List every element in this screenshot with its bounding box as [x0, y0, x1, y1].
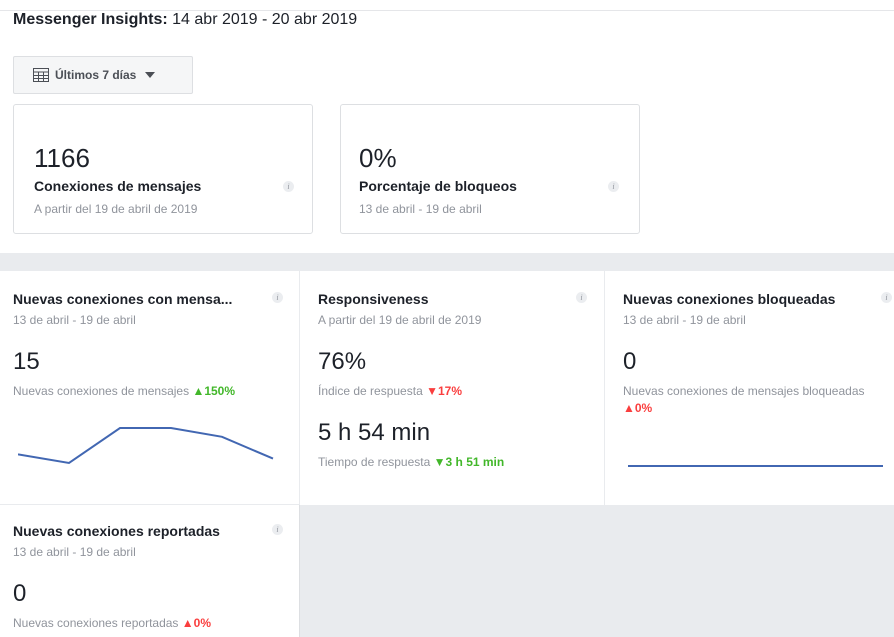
- panel-blocked: Nuevas conexiones bloqueadas i 13 de abr…: [623, 283, 894, 498]
- summary-sub: A partir del 19 de abril de 2019: [34, 202, 198, 216]
- column-divider: [604, 271, 605, 505]
- panel-metric-label: Nuevas conexiones de mensajes bloqueadas: [623, 384, 865, 398]
- column-divider: [299, 271, 300, 505]
- summary-card-connections: 1166 Conexiones de mensajes A partir del…: [13, 104, 313, 234]
- date-range-dropdown[interactable]: Últimos 7 días: [13, 56, 193, 94]
- sparkline-chart: [628, 465, 883, 467]
- panel-period: 13 de abril - 19 de abril: [623, 313, 746, 327]
- panel-title: Nuevas conexiones bloqueadas: [623, 291, 836, 307]
- metric-label-text: Nuevas conexiones de mensajes: [13, 384, 190, 398]
- metric-label-text: Tiempo de respuesta: [318, 455, 431, 469]
- response-time-label: Tiempo de respuesta ▼3 h 51 min: [318, 455, 504, 469]
- info-icon[interactable]: i: [283, 181, 294, 192]
- panel-title: Nuevas conexiones reportadas: [13, 523, 220, 539]
- metric-label-text: Nuevas conexiones reportadas: [13, 616, 179, 630]
- summary-value: 1166: [34, 143, 90, 173]
- page-title: Messenger Insights: 14 abr 2019 - 20 abr…: [13, 11, 357, 29]
- trend-down-delta: ▼17%: [426, 384, 462, 398]
- info-icon[interactable]: i: [272, 524, 283, 535]
- trend-up-delta: ▲0%: [181, 616, 212, 630]
- panel-value: 15: [13, 348, 40, 375]
- column-divider: [299, 505, 300, 637]
- response-time-value: 5 h 54 min: [318, 419, 431, 446]
- panel-metric-label: Nuevas conexiones de mensajes ▲150%: [13, 384, 235, 398]
- panel-value: 76%: [318, 348, 367, 375]
- panel-reported: Nuevas conexiones reportadas i 13 de abr…: [13, 515, 295, 635]
- trend-up-delta: ▲0%: [623, 401, 653, 415]
- trend-down-delta: ▼3 h 51 min: [433, 455, 505, 469]
- trend-up-delta: ▲150%: [192, 384, 236, 398]
- empty-grid-area: [300, 505, 894, 637]
- row-divider: [0, 504, 300, 505]
- info-icon[interactable]: i: [881, 292, 892, 303]
- summary-card-blocks: 0% Porcentaje de bloqueos 13 de abril - …: [340, 104, 640, 234]
- summary-value: 0%: [359, 143, 397, 173]
- sparkline-chart: [18, 427, 274, 465]
- panel-title: Responsiveness: [318, 291, 429, 307]
- panel-value: 0: [13, 580, 27, 607]
- summary-sub: 13 de abril - 19 de abril: [359, 202, 482, 216]
- page-title-range: 14 abr 2019 - 20 abr 2019: [172, 11, 358, 28]
- summary-label: Porcentaje de bloqueos: [359, 178, 517, 194]
- panel-period: 13 de abril - 19 de abril: [13, 313, 136, 327]
- panel-metric-label: Índice de respuesta ▼17%: [318, 384, 462, 398]
- caret-down-icon: [145, 72, 156, 78]
- page-title-label: Messenger Insights:: [13, 11, 168, 28]
- panel-period: A partir del 19 de abril de 2019: [318, 313, 482, 327]
- panel-period: 13 de abril - 19 de abril: [13, 545, 136, 559]
- info-icon[interactable]: i: [608, 181, 619, 192]
- sparkline-line: [18, 427, 274, 465]
- panel-value: 0: [623, 348, 637, 375]
- info-icon[interactable]: i: [272, 292, 283, 303]
- info-icon[interactable]: i: [576, 292, 587, 303]
- panel-responsiveness: Responsiveness i A partir del 19 de abri…: [318, 283, 598, 498]
- summary-label: Conexiones de mensajes: [34, 178, 202, 194]
- panel-new-connections: Nuevas conexiones con mensa... i 13 de a…: [13, 283, 295, 498]
- calendar-icon: [33, 68, 49, 82]
- date-range-label: Últimos 7 días: [55, 68, 137, 82]
- panel-metric-label: Nuevas conexiones reportadas ▲0%: [13, 616, 211, 630]
- panel-title: Nuevas conexiones con mensa...: [13, 291, 233, 307]
- section-separator: [0, 253, 894, 271]
- metric-label-text: Índice de respuesta: [318, 384, 423, 398]
